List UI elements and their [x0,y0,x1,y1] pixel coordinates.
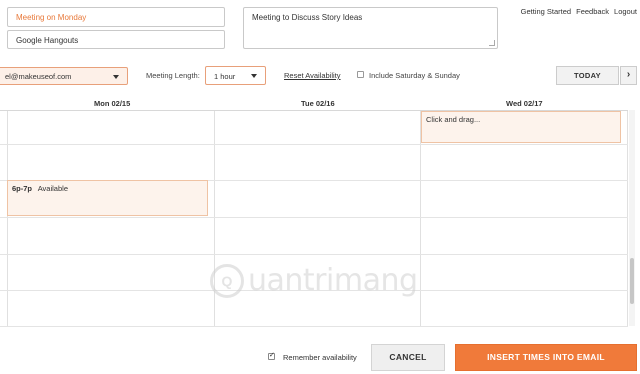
availability-block[interactable]: 6p-7p Available [7,180,208,216]
time-slot-line [0,144,628,145]
watermark-text: uantrimang [248,263,418,298]
remember-availability-label: Remember availability [283,353,357,362]
draft-slot-text: Click and drag... [426,115,481,124]
top-nav-links: Getting Started Feedback Logout [521,7,637,16]
remember-availability-checkbox[interactable] [268,351,275,360]
reset-availability-link[interactable]: Reset Availability [284,71,341,80]
watermark: Q uantrimang [210,263,418,298]
logout-link[interactable]: Logout [614,7,637,16]
day-header-mon: Mon 02/15 [94,99,131,108]
meeting-length-select[interactable]: 1 hour [205,66,266,85]
email-account-value: el@makeuseof.com [5,72,72,81]
include-weekend-label: Include Saturday & Sunday [369,71,460,80]
availability-label: Available [37,184,68,193]
watermark-logo-icon: Q [210,263,244,298]
location-value: Google Hangouts [16,36,79,45]
time-slot-line [0,326,628,327]
description-value: Meeting to Discuss Story Ideas [252,13,363,22]
email-account-select[interactable]: el@makeuseof.com [0,67,128,85]
meeting-length-value: 1 hour [214,72,236,81]
resize-handle-icon[interactable] [489,40,495,46]
insert-times-button[interactable]: INSERT TIMES INTO EMAIL [455,344,637,371]
time-slot-line [0,254,628,255]
location-input[interactable]: Google Hangouts [7,30,225,49]
availability-time: 6p-7p [12,184,33,193]
chevron-down-icon [113,75,119,79]
chevron-down-icon [251,74,257,78]
draft-time-slot[interactable]: Click and drag... [421,111,621,143]
feedback-link[interactable]: Feedback [576,7,609,16]
meeting-title-value: Meeting on Monday [16,13,87,22]
scrollbar-thumb[interactable] [630,258,634,304]
meeting-length-label: Meeting Length: [146,71,200,80]
calendar-scrollbar[interactable] [629,110,635,326]
day-header-tue: Tue 02/16 [301,99,335,108]
getting-started-link[interactable]: Getting Started [521,7,571,16]
cancel-button[interactable]: CANCEL [371,344,445,371]
description-textarea[interactable]: Meeting to Discuss Story Ideas [243,7,498,49]
meeting-title-input[interactable]: Meeting on Monday [7,7,225,27]
include-weekend-checkbox[interactable] [357,71,364,78]
today-button[interactable]: TODAY [556,66,619,85]
next-week-button[interactable]: › [620,66,637,85]
day-header-wed: Wed 02/17 [506,99,543,108]
time-slot-line [0,217,628,218]
